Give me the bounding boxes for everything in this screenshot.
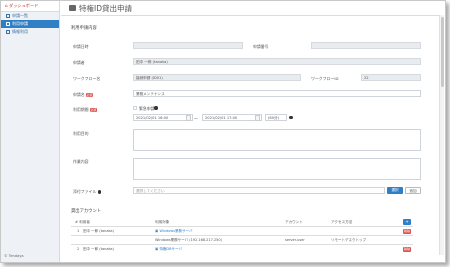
period-label-text: 利用期間 <box>73 107 89 112</box>
row-target-link[interactable]: ▣ Windows業務サーバ <box>155 229 193 234</box>
workflow-id-label: ワークフローID <box>311 76 339 81</box>
start-datetime-input[interactable]: 2021/02/01 16:00 <box>133 114 193 121</box>
add-button[interactable]: 追加 <box>405 187 421 194</box>
row-account: server-user <box>285 238 305 242</box>
calendar-icon[interactable] <box>255 114 260 121</box>
vertical-scrollbar[interactable] <box>439 15 444 255</box>
col-header-account: アカウント <box>285 220 303 224</box>
col-header-target: 利用対象 <box>155 220 170 224</box>
info-icon[interactable] <box>97 190 102 194</box>
purpose-label: 利用目的 <box>73 131 89 136</box>
sidebar: ⌂ ダッシュボード 申請一覧 利用申請 情報利用 © Tendaya <box>1 1 60 262</box>
sidebar-item-usage-request[interactable]: 利用申請 <box>1 20 59 28</box>
request-name-label-text: 申請名 <box>73 92 85 97</box>
attach-label: 添付ファイル <box>73 189 102 195</box>
purpose-textarea[interactable] <box>133 129 421 151</box>
work-textarea[interactable] <box>133 158 421 180</box>
delete-button[interactable]: 削除 <box>403 247 411 252</box>
server-icon: ▣ <box>155 229 159 233</box>
add-row-button[interactable]: + <box>403 219 411 225</box>
attach-label-text: 添付ファイル <box>73 189 97 194</box>
date-field <box>133 42 243 49</box>
sidebar-item-label: 利用申請 <box>12 21 28 26</box>
col-header-access: アクセス方法 <box>331 220 353 224</box>
server-icon: ▣ <box>155 247 159 251</box>
form-icon <box>6 22 10 26</box>
attach-file-input[interactable]: 選択してください <box>133 187 385 194</box>
request-name-input[interactable]: 業務メンテナンス <box>133 90 421 97</box>
sidebar-footer: © Tendaya <box>4 254 24 258</box>
row-divider <box>71 244 413 245</box>
period-label: 利用期間 必須 <box>73 107 98 113</box>
workflow-id-field: 22 <box>361 74 421 81</box>
col-header-user: # 利用者 <box>75 220 90 224</box>
applicant-field: 田中 一郎 (tanaka) <box>133 58 421 65</box>
main-content: 特権ID貸出申請 利用申請内容 申請日時 申請番号 申請者 田中 一郎 (tan… <box>61 1 444 262</box>
workflow-field: 接続申請 (ID01) <box>133 74 301 81</box>
home-icon: ⌂ <box>5 3 8 8</box>
sidebar-item-request-list[interactable]: 申請一覧 <box>1 12 59 20</box>
document-icon <box>6 30 10 34</box>
number-field <box>311 42 421 49</box>
list-icon <box>6 14 10 18</box>
required-badge: 必須 <box>89 108 98 112</box>
urgent-checkbox[interactable] <box>133 106 137 110</box>
calendar-icon[interactable] <box>186 114 191 121</box>
section-title-request: 利用申請内容 <box>71 26 97 31</box>
row-access-method: リモートデスクトップ <box>331 238 366 242</box>
request-name-label: 申請名 必須 <box>73 92 94 98</box>
row-target-text: 特権DBサーバ <box>159 247 182 251</box>
applicant-label: 申請者 <box>73 60 85 65</box>
sidebar-item-info-usage[interactable]: 情報利用 <box>1 28 59 36</box>
period-separator: ～ <box>194 116 198 121</box>
select-button[interactable]: 選択 <box>387 187 403 194</box>
work-label: 作業内容 <box>73 159 89 164</box>
sidebar-header-label: ダッシュボード <box>9 3 39 8</box>
sidebar-item-label: 申請一覧 <box>12 13 28 18</box>
row-target-text: Windows業務サーバ <box>159 229 193 233</box>
duration-select[interactable]: (60分) <box>265 114 287 121</box>
row-number: 1 <box>77 229 80 233</box>
section-title-accounts: 貸出アカウント <box>71 209 102 214</box>
folder-icon <box>69 5 76 11</box>
app-window: ⌂ ダッシュボード 申請一覧 利用申請 情報利用 © Tendaya 特権ID貸… <box>0 0 446 263</box>
date-label: 申請日時 <box>73 44 89 49</box>
sidebar-header-dashboard[interactable]: ⌂ ダッシュボード <box>1 1 59 12</box>
row-user: 田中 一郎 (tanaka) <box>83 229 114 233</box>
end-datetime-input[interactable]: 2021/02/01 17:00 <box>202 114 262 121</box>
workflow-label: ワークフロー名 <box>73 76 101 81</box>
info-icon[interactable] <box>289 115 293 119</box>
row-number: 2 <box>77 247 80 251</box>
row-target-detail: Windows業務サーバ (192.168.217.250) <box>155 238 222 242</box>
info-icon[interactable] <box>154 106 158 110</box>
row-user: 田中 一郎 (tanaka) <box>83 247 114 251</box>
title-bar: 特権ID貸出申請 <box>61 1 444 16</box>
urgent-label: 緊急申請 <box>139 106 155 111</box>
row-target-link[interactable]: ▣ 特権DBサーバ <box>155 247 182 252</box>
number-label: 申請番号 <box>253 44 269 49</box>
delete-button[interactable]: 削除 <box>403 229 411 234</box>
table-header-line <box>71 226 413 227</box>
required-badge: 必須 <box>85 93 94 97</box>
scrollbar-thumb[interactable] <box>440 17 444 87</box>
sidebar-item-label: 情報利用 <box>12 29 28 34</box>
row-divider <box>71 235 413 236</box>
page-title: 特権ID貸出申請 <box>79 4 132 13</box>
